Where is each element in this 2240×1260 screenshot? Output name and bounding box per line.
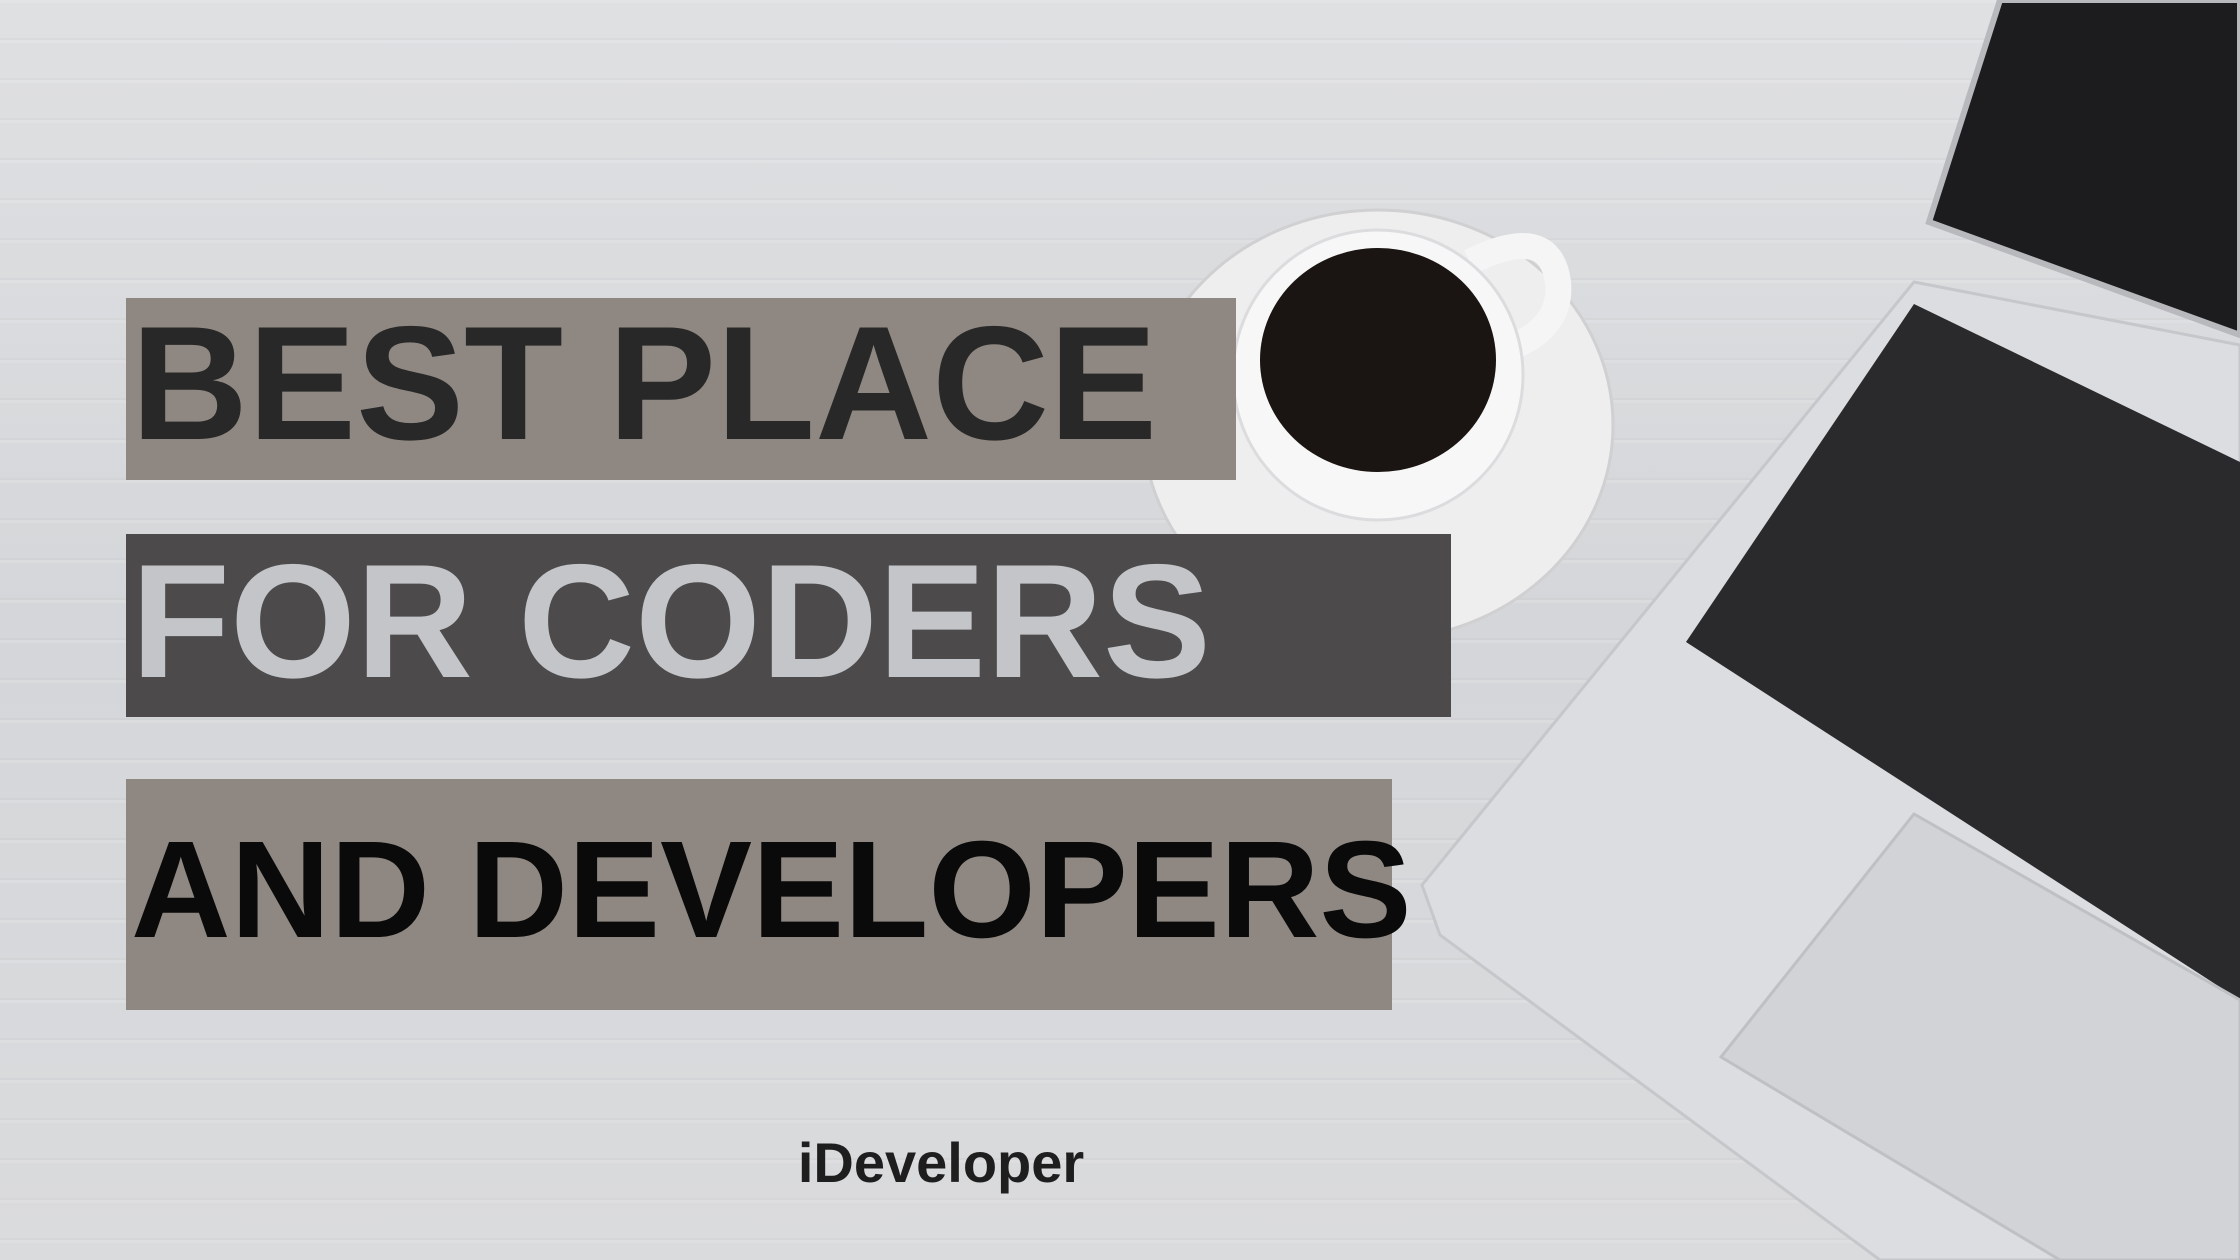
brand-name: iDeveloper bbox=[797, 1131, 1085, 1194]
headline-line3-banner: AND DEVELOPERS bbox=[126, 779, 1412, 1010]
headline-line2-banner: FOR CODERS bbox=[126, 531, 1451, 717]
laptop-icon bbox=[1420, 0, 2240, 1260]
headline-line1: BEST PLACE bbox=[131, 293, 1158, 474]
headline-line1-banner: BEST PLACE bbox=[126, 293, 1236, 480]
headline-line3: AND DEVELOPERS bbox=[131, 813, 1412, 967]
headline-line2: FOR CODERS bbox=[131, 530, 1212, 712]
